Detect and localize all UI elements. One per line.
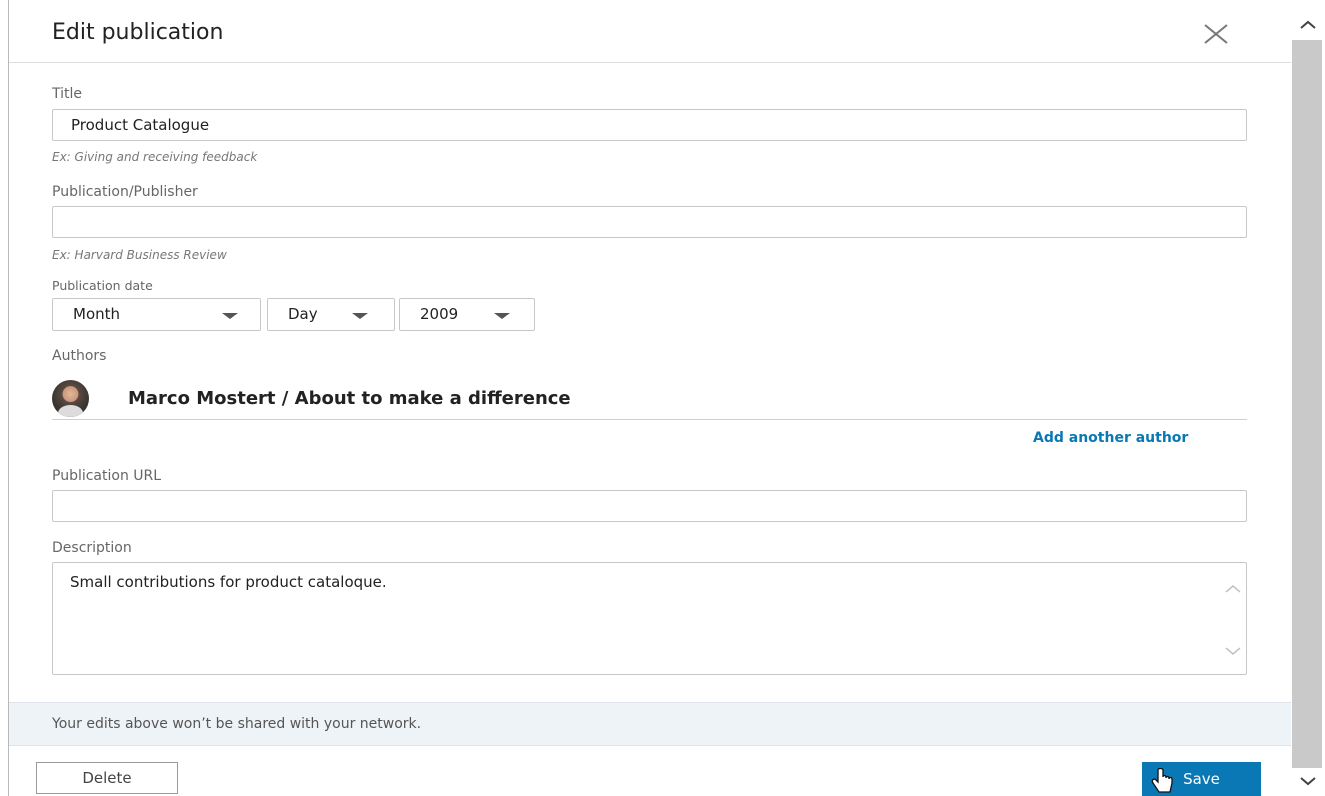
publication-url-input[interactable] bbox=[52, 490, 1247, 522]
avatar bbox=[52, 380, 89, 417]
author-list-item: Marco Mostert / About to make a differen… bbox=[52, 378, 1247, 420]
chevron-down-icon[interactable] bbox=[1225, 643, 1241, 659]
day-select[interactable]: Day bbox=[267, 298, 395, 331]
title-label: Title bbox=[52, 86, 83, 102]
year-select-value: 2009 bbox=[420, 305, 459, 323]
publication-url-label: Publication URL bbox=[52, 468, 162, 484]
publication-date-label: Publication date bbox=[52, 278, 153, 293]
month-select-value: Month bbox=[73, 305, 121, 323]
edit-publication-dialog: Edit publication Title Product Catalogue… bbox=[8, 0, 1292, 796]
chevron-down-icon bbox=[222, 313, 238, 319]
scroll-down-icon[interactable] bbox=[1299, 772, 1317, 790]
privacy-notice-text: Your edits above won’t be shared with yo… bbox=[52, 716, 422, 732]
chevron-up-icon[interactable] bbox=[1225, 581, 1241, 597]
hand-cursor-icon bbox=[1150, 767, 1176, 796]
authors-label: Authors bbox=[52, 348, 107, 364]
scroll-up-icon[interactable] bbox=[1299, 16, 1317, 34]
scrollbar-thumb[interactable] bbox=[1292, 40, 1322, 768]
description-text: Small contributions for product cataloqu… bbox=[70, 573, 387, 591]
author-name: Marco Mostert / About to make a differen… bbox=[128, 388, 571, 409]
title-input[interactable]: Product Catalogue bbox=[52, 109, 1247, 141]
chevron-down-icon bbox=[352, 313, 368, 319]
privacy-notice: Your edits above won’t be shared with yo… bbox=[9, 702, 1292, 746]
publisher-input[interactable] bbox=[52, 206, 1247, 238]
publisher-label: Publication/Publisher bbox=[52, 184, 198, 200]
chevron-down-icon bbox=[494, 313, 510, 319]
title-hint: Ex: Giving and receiving feedback bbox=[52, 150, 258, 164]
dialog-header: Edit publication bbox=[9, 0, 1292, 63]
description-label: Description bbox=[52, 540, 132, 556]
publisher-hint: Ex: Harvard Business Review bbox=[52, 248, 227, 262]
year-select[interactable]: 2009 bbox=[399, 298, 535, 331]
delete-button[interactable]: Delete bbox=[36, 762, 178, 794]
description-textarea[interactable]: Small contributions for product cataloqu… bbox=[52, 562, 1247, 675]
add-another-author-link[interactable]: Add another author bbox=[1033, 430, 1188, 446]
day-select-value: Day bbox=[288, 305, 318, 323]
scrollbar[interactable] bbox=[1291, 0, 1325, 796]
close-icon[interactable] bbox=[1201, 18, 1233, 50]
month-select[interactable]: Month bbox=[52, 298, 261, 331]
dialog-title: Edit publication bbox=[52, 20, 224, 45]
